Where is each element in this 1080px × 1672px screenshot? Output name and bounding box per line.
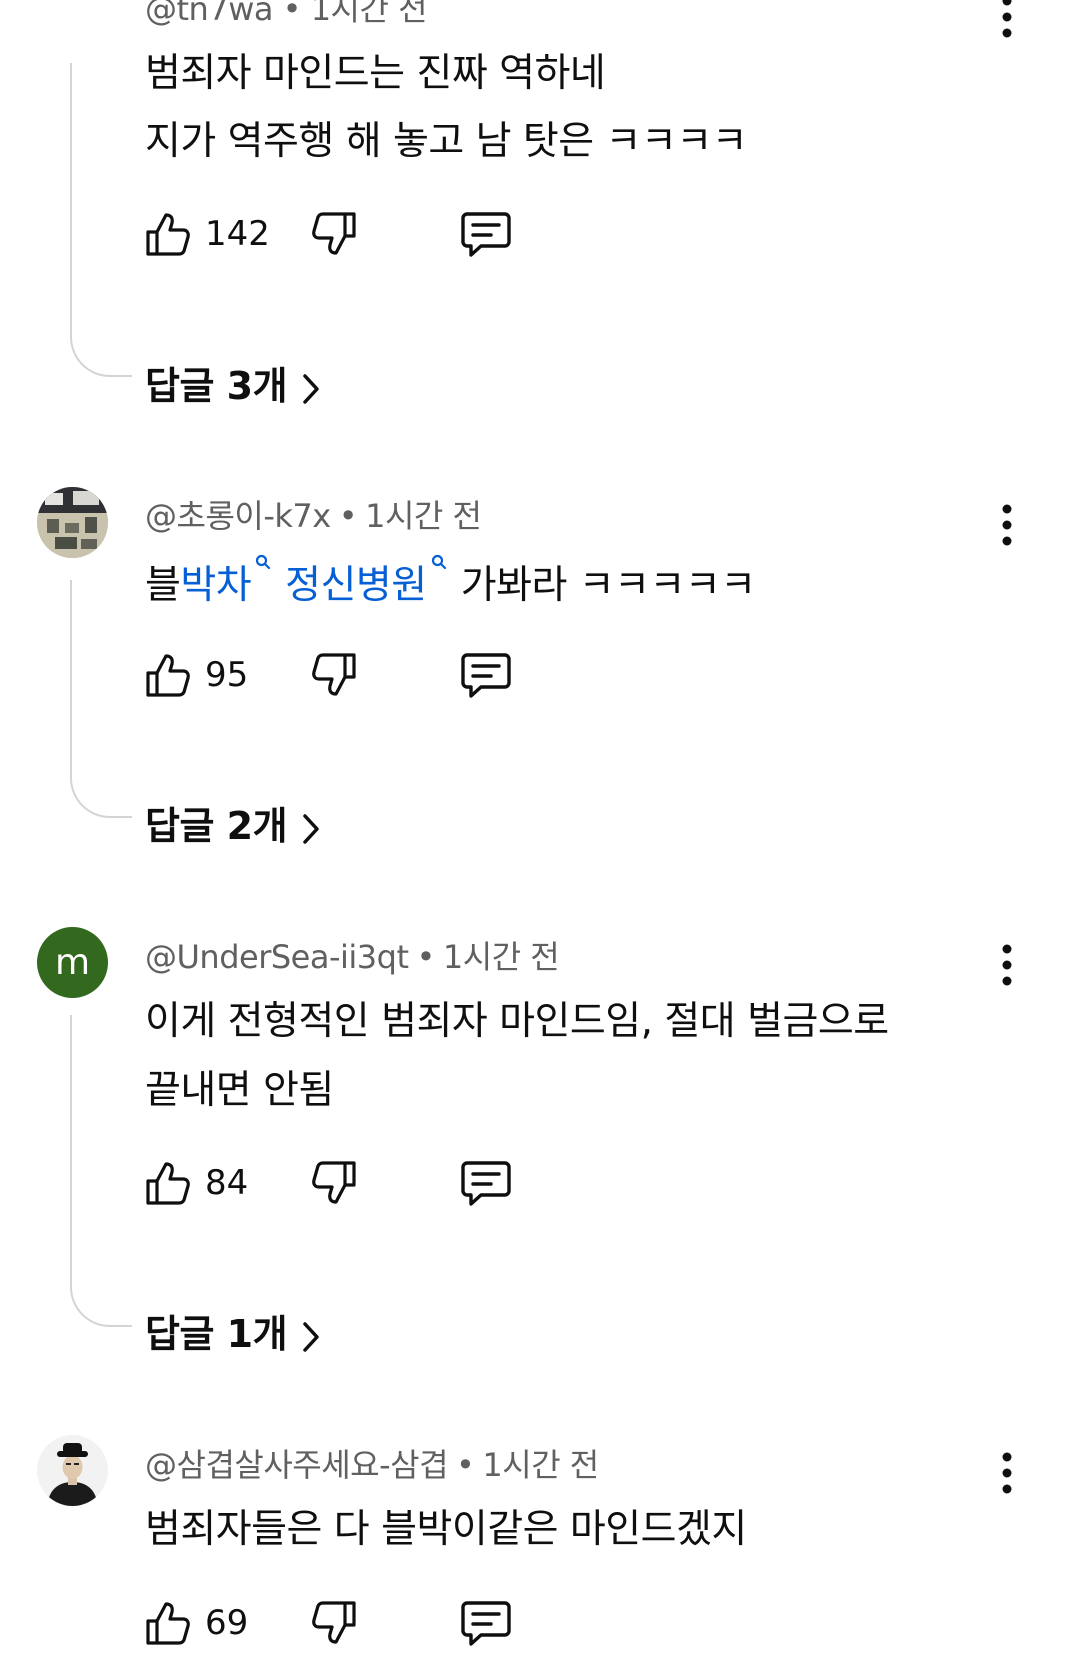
more-vert-icon[interactable] bbox=[995, 503, 1019, 547]
more-vert-icon[interactable] bbox=[995, 1451, 1019, 1495]
search-icon[interactable] bbox=[431, 554, 447, 570]
comment-actions: 69 bbox=[143, 1595, 543, 1651]
comment-text: 범죄자들은 다 블박이같은 마인드겠지 bbox=[145, 1507, 747, 1552]
comment-actions: 95 bbox=[143, 647, 543, 703]
more-vert-icon[interactable] bbox=[995, 943, 1019, 987]
avatar[interactable] bbox=[37, 1435, 108, 1506]
avatar[interactable] bbox=[37, 487, 108, 558]
comment-text: 이게 전형적인 범죄자 마인드임, 절대 벌금으로 bbox=[145, 999, 889, 1044]
like-count: 69 bbox=[205, 1603, 249, 1643]
comment-author[interactable]: @삼겹살사주세요-삼겹 bbox=[145, 1446, 449, 1484]
comment-time: 1시간 전 bbox=[365, 497, 482, 535]
comment-time: 1시간 전 bbox=[482, 1446, 599, 1484]
search-link-2[interactable]: 정신병원 bbox=[285, 563, 427, 608]
chevron-right-icon bbox=[301, 813, 321, 845]
chevron-right-icon bbox=[301, 1321, 321, 1353]
comment-author[interactable]: @UnderSea-ii3qt bbox=[145, 938, 409, 976]
comment-meta[interactable]: @tn7wa • 1시간 전 bbox=[145, 0, 428, 30]
comment-actions: 84 bbox=[143, 1155, 543, 1211]
comment-author[interactable]: @초롱이-k7x bbox=[145, 497, 331, 535]
more-vert-icon[interactable] bbox=[995, 0, 1019, 39]
like-count: 95 bbox=[205, 655, 249, 695]
thumb-up-icon[interactable] bbox=[143, 647, 191, 703]
comment-actions: 142 bbox=[143, 206, 543, 262]
comment-text: 블박차 정신병원 가봐라 ㅋㅋㅋㅋㅋ bbox=[145, 554, 756, 610]
replies-label: 답글 3개 bbox=[145, 364, 288, 408]
comment-meta[interactable]: @삼겹살사주세요-삼겹 • 1시간 전 bbox=[145, 1440, 599, 1486]
thumb-down-icon[interactable] bbox=[311, 206, 359, 262]
thumb-down-icon[interactable] bbox=[311, 647, 359, 703]
replies-label: 답글 1개 bbox=[145, 1312, 288, 1356]
reply-icon[interactable] bbox=[459, 1595, 513, 1651]
comment-text: 끝내면 안됨 bbox=[145, 1068, 334, 1113]
thumb-down-icon[interactable] bbox=[311, 1595, 359, 1651]
like-count: 84 bbox=[205, 1163, 249, 1203]
thumb-down-icon[interactable] bbox=[311, 1155, 359, 1211]
comment-text-part: 블 bbox=[145, 563, 181, 608]
comment-text: 지가 역주행 해 놓고 남 탓은 ㅋㅋㅋㅋ bbox=[145, 119, 748, 164]
thread-line bbox=[70, 1015, 132, 1327]
comment-meta[interactable]: @초롱이-k7x • 1시간 전 bbox=[145, 491, 482, 537]
meta-separator: • bbox=[338, 497, 358, 535]
thread-line bbox=[70, 63, 132, 377]
reply-icon[interactable] bbox=[459, 647, 513, 703]
replies-label: 답글 2개 bbox=[145, 804, 288, 848]
view-replies-button[interactable]: 답글 3개 bbox=[145, 355, 321, 410]
like-count: 142 bbox=[205, 214, 270, 254]
chevron-right-icon bbox=[301, 373, 321, 405]
search-link-1[interactable]: 박차 bbox=[180, 563, 251, 608]
reply-icon[interactable] bbox=[459, 1155, 513, 1211]
reply-icon[interactable] bbox=[459, 206, 513, 262]
comment-text-part: 가봐라 ㅋㅋㅋㅋㅋ bbox=[460, 563, 756, 608]
comment-meta[interactable]: @UnderSea-ii3qt • 1시간 전 bbox=[145, 932, 560, 978]
thumb-up-icon[interactable] bbox=[143, 206, 191, 262]
avatar[interactable]: m bbox=[37, 927, 108, 998]
view-replies-button[interactable]: 답글 2개 bbox=[145, 795, 321, 850]
search-icon[interactable] bbox=[255, 554, 271, 570]
thumb-up-icon[interactable] bbox=[143, 1595, 191, 1651]
comment-text: 범죄자 마인드는 진짜 역하네 bbox=[145, 51, 606, 96]
thread-line bbox=[70, 580, 132, 818]
meta-separator: • bbox=[416, 938, 436, 976]
meta-separator: • bbox=[456, 1446, 475, 1484]
comment-time: 1시간 전 bbox=[442, 938, 560, 976]
view-replies-button[interactable]: 답글 1개 bbox=[145, 1303, 321, 1358]
thumb-up-icon[interactable] bbox=[143, 1155, 191, 1211]
